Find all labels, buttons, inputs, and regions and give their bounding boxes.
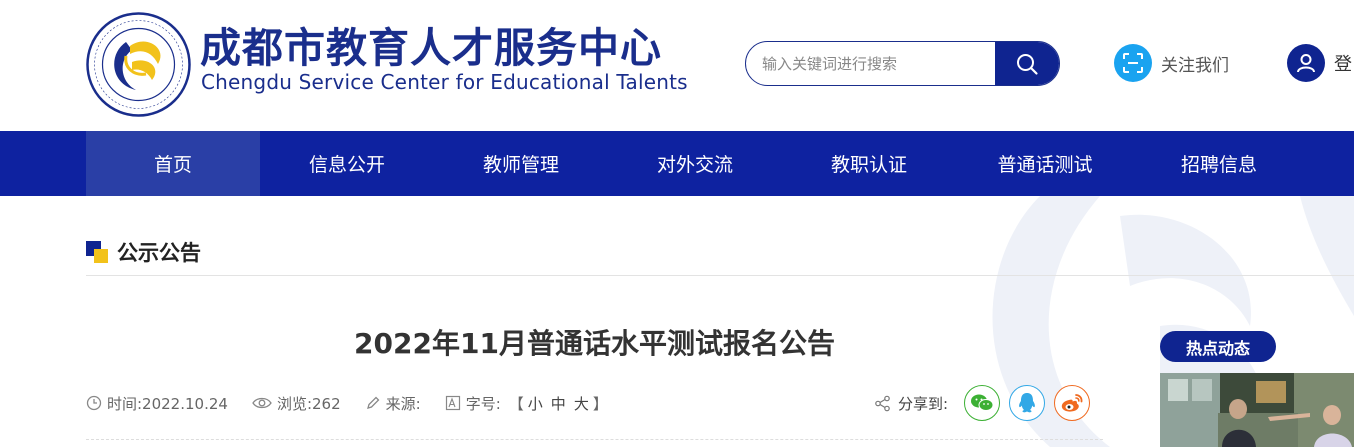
fontsize-bracket-close: 】 [592,394,608,413]
section-mark-icon [86,241,108,263]
font-size-icon [445,395,460,411]
search-input[interactable] [746,42,995,85]
login-link[interactable]: 登 [1287,44,1352,82]
nav-item-teacher-management[interactable]: 教师管理 [434,131,608,196]
login-label: 登 [1334,54,1352,75]
search-button[interactable] [995,42,1059,85]
fontsize-bracket-open: 【 [508,394,524,413]
share-label: 分享到: [898,394,949,413]
hot-news-title: 热点动态 [1160,331,1276,362]
meta-views: 浏览:262 [252,393,341,414]
site-header: 成都市教育人才服务中心 Chengdu Service Center for E… [0,0,1354,131]
qq-icon [1019,393,1035,413]
section-divider [86,275,1354,276]
section-header: 公示公告 [86,238,201,266]
fontsize-large-button[interactable]: 大 [574,393,589,414]
main-nav: 首页 信息公开 教师管理 对外交流 教职认证 普通话测试 招聘信息 [0,131,1354,196]
share-weibo-button[interactable] [1054,385,1091,421]
fontsize-small-button[interactable]: 小 [528,393,543,414]
share-icon [875,395,890,411]
search-box [745,41,1060,86]
article-title: 2022年11月普通话水平测试报名公告 [354,327,835,360]
clock-icon [86,395,102,411]
nav-item-home[interactable]: 首页 [86,131,260,196]
scan-icon [1114,44,1152,82]
section-title: 公示公告 [117,241,201,265]
site-title-cn[interactable]: 成都市教育人才服务中心 [200,24,662,72]
weibo-icon [1061,394,1083,412]
wechat-icon [971,394,994,411]
article-divider [86,439,1103,440]
meta-source: 来源: [365,393,421,414]
nav-item-mandarin-test[interactable]: 普通话测试 [956,131,1134,196]
nav-item-external-exchange[interactable]: 对外交流 [608,131,782,196]
site-title-en[interactable]: Chengdu Service Center for Educational T… [201,70,688,94]
meta-source-text: 来源: [385,394,421,413]
pencil-icon [366,396,380,409]
meta-views-text: 浏览:262 [276,394,341,413]
nav-item-recruitment[interactable]: 招聘信息 [1134,131,1304,196]
follow-us-link[interactable]: 关注我们 [1114,44,1229,82]
share-wechat-button[interactable] [964,385,1001,421]
user-icon [1287,44,1325,82]
logo-emblem-icon[interactable] [86,12,191,117]
article-meta: 时间:2022.10.24 浏览:262 来源: 字号: 【 小 中 大 】 [86,390,632,416]
fontsize-medium-button[interactable]: 中 [551,393,566,414]
eye-icon [252,397,272,409]
share-bar: 分享到: [874,384,1099,422]
search-icon [1017,53,1038,75]
nav-item-certification[interactable]: 教职认证 [782,131,956,196]
nav-item-info-disclosure[interactable]: 信息公开 [260,131,434,196]
share-qq-button[interactable] [1009,385,1046,421]
follow-us-label: 关注我们 [1161,55,1229,76]
hot-news-image[interactable] [1160,373,1354,447]
meta-fontsize-label: 字号: [465,394,501,413]
meta-time: 时间:2022.10.24 [86,393,228,414]
meta-time-text: 时间:2022.10.24 [107,394,228,413]
meta-fontsize: 字号: 【 小 中 大 】 [445,393,608,414]
